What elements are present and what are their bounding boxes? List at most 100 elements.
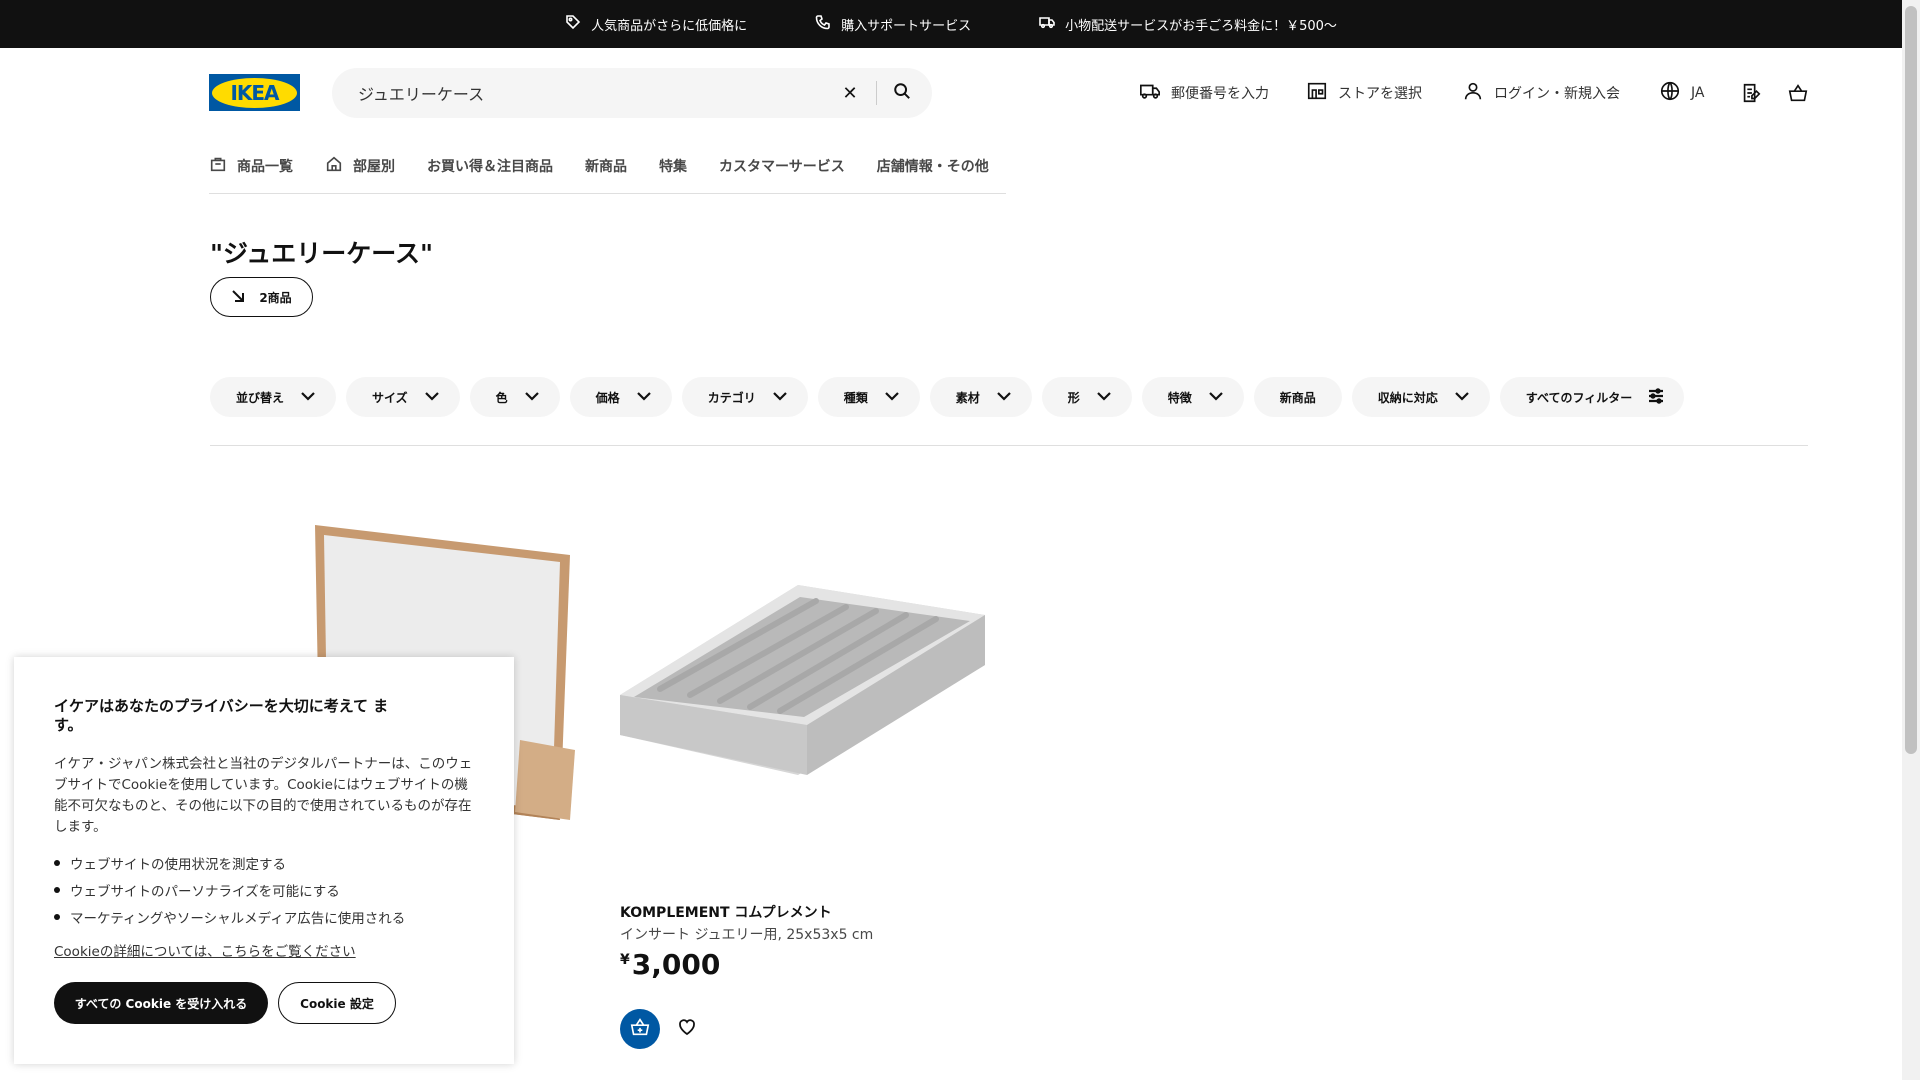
filter-bar: 並び替え サイズ 色 価格 カテゴリ 種類 素材 形 特徴 新商品 収納に対応 …: [210, 377, 1685, 417]
list-item-text: マーケティングやソーシャルメディア広告に使用される: [70, 910, 406, 927]
filter-label: 素材: [955, 390, 980, 405]
announcement-label: 購入サポートサービス: [841, 18, 972, 34]
announcement-bar: 人気商品がさらに低価格に 購入サポートサービス 小物配送サービスがお手ごろ料金に…: [0, 0, 1902, 48]
arrow-down-right-icon: [231, 289, 245, 306]
add-to-cart-button[interactable]: [620, 1009, 660, 1049]
result-count-label: 2商品: [259, 290, 292, 305]
nav-item-rooms[interactable]: 部屋別: [325, 150, 395, 182]
cookie-title: イケアはあなたのプライバシーを大切に考えて ます。: [54, 697, 389, 734]
filter-price[interactable]: 価格: [569, 377, 672, 417]
filter-sort[interactable]: 並び替え: [210, 377, 337, 417]
cookie-details-link[interactable]: Cookieの詳細については、こちらをご覧ください: [54, 940, 356, 960]
product-description: インサート ジュエリー用, 25x53x5 cm: [620, 927, 874, 943]
chevron-down-icon: [424, 388, 440, 407]
announcement-delivery[interactable]: 小物配送サービスがお手ごろ料金に！￥500〜: [1039, 14, 1337, 34]
filter-material[interactable]: 素材: [929, 377, 1032, 417]
globe-icon: [1659, 80, 1681, 106]
filter-shape[interactable]: 形: [1041, 377, 1132, 417]
filter-type[interactable]: 種類: [817, 377, 920, 417]
filter-features[interactable]: 特徴: [1141, 377, 1244, 417]
shopping-list-icon[interactable]: [1738, 80, 1764, 106]
cookie-body: イケア・ジャパン株式会社と当社のデジタルパートナーは、このウェブサイトでCook…: [54, 756, 473, 835]
product-name[interactable]: KOMPLEMENT コムプレメント: [620, 902, 832, 922]
filter-label: 並び替え: [236, 390, 285, 405]
cookie-purpose-list: ウェブサイトの使用状況を測定する ウェブサイトのパーソナライズを可能にする マー…: [54, 849, 474, 930]
filter-new[interactable]: 新商品: [1253, 377, 1342, 417]
nav-item-label: 店舗情報・その他: [876, 159, 989, 175]
announcement-price-drop[interactable]: 人気商品がさらに低価格に: [565, 14, 747, 34]
chevron-down-icon: [996, 388, 1012, 407]
nav-item-products[interactable]: 商品一覧: [209, 150, 293, 182]
page-scrollbar[interactable]: [1902, 0, 1920, 1080]
chevron-down-icon: [300, 388, 316, 407]
list-item: ウェブサイトの使用状況を測定する: [54, 849, 474, 876]
price-value: 3,000: [631, 948, 721, 981]
tag-icon: [565, 14, 581, 34]
nav-item-features[interactable]: 特集: [659, 150, 687, 182]
product-image-komplement[interactable]: [620, 585, 985, 775]
store-select-label: ストアを選択: [1338, 86, 1422, 102]
login-label: ログイン・新規入会: [1494, 86, 1620, 102]
nav-item-label: お買い得＆注目商品: [427, 159, 553, 175]
sliders-icon: [1648, 387, 1664, 407]
filter-storage[interactable]: 収納に対応: [1351, 377, 1490, 417]
heart-icon: [677, 1017, 697, 1041]
close-icon[interactable]: ✕: [838, 81, 862, 105]
language-label: JA: [1691, 85, 1705, 101]
product-price: ¥ 3,000: [620, 948, 720, 981]
filter-label: 新商品: [1279, 390, 1316, 405]
page-title: "ジュエリーケース": [210, 239, 434, 268]
home-icon: [325, 155, 343, 177]
nav-item-customer-service[interactable]: カスタマーサービス: [719, 150, 845, 182]
postal-code-label: 郵便番号を入力: [1171, 86, 1269, 102]
filter-label: カテゴリ: [707, 390, 756, 405]
filter-all[interactable]: すべてのフィルター: [1499, 377, 1685, 417]
search-divider: [876, 81, 877, 105]
list-item-text: ウェブサイトのパーソナライズを可能にする: [70, 883, 340, 900]
cart-icon[interactable]: [1785, 80, 1811, 106]
store-select-link[interactable]: ストアを選択: [1306, 80, 1422, 106]
ikea-logo[interactable]: IKEA: [209, 74, 300, 111]
truck-icon: [1139, 80, 1161, 106]
chevron-down-icon: [772, 388, 788, 407]
announcement-label: 人気商品がさらに低価格に: [591, 18, 748, 34]
user-icon: [1462, 80, 1484, 106]
filter-size[interactable]: サイズ: [346, 377, 460, 417]
chevron-down-icon: [884, 388, 900, 407]
filter-label: すべてのフィルター: [1525, 390, 1633, 405]
chevron-down-icon: [1454, 388, 1470, 407]
favorite-button[interactable]: [674, 1016, 700, 1042]
nav-item-store-info[interactable]: 店舗情報・その他: [877, 150, 989, 182]
nav-item-deals[interactable]: お買い得＆注目商品: [427, 150, 553, 182]
scrollbar-thumb[interactable]: [1905, 6, 1917, 754]
filter-label: 形: [1067, 390, 1080, 405]
nav-item-label: 特集: [659, 159, 687, 175]
filter-color[interactable]: 色: [469, 377, 560, 417]
announcement-support[interactable]: 購入サポートサービス: [815, 14, 971, 34]
nav-item-label: 新商品: [585, 159, 627, 175]
nav-item-label: カスタマーサービス: [719, 159, 845, 175]
login-link[interactable]: ログイン・新規入会: [1462, 80, 1620, 106]
nav-item-label: 部屋別: [353, 159, 395, 175]
price-currency: ¥: [620, 952, 630, 968]
chevron-down-icon: [1208, 388, 1224, 407]
main-nav: 商品一覧 部屋別 お買い得＆注目商品 新商品 特集 カスタマーサービス 店舗情報…: [209, 150, 1006, 194]
search-input[interactable]: [358, 68, 828, 118]
search-button[interactable]: [886, 78, 918, 108]
announcement-label: 小物配送サービスがお手ごろ料金に！￥500〜: [1065, 18, 1337, 34]
bag-icon: [209, 155, 227, 177]
postal-code-link[interactable]: 郵便番号を入力: [1139, 80, 1269, 106]
truck-icon: [1039, 14, 1055, 34]
filter-category[interactable]: カテゴリ: [681, 377, 808, 417]
accept-all-cookies-button[interactable]: すべての Cookie を受け入れる: [54, 982, 268, 1024]
chevron-down-icon: [1096, 388, 1112, 407]
filter-label: 価格: [595, 390, 620, 405]
language-selector[interactable]: JA: [1659, 80, 1704, 106]
cookie-consent-dialog: イケアはあなたのプライバシーを大切に考えて ます。 イケア・ジャパン株式会社と当…: [14, 657, 514, 1064]
result-count-button[interactable]: 2商品: [210, 277, 313, 317]
chevron-down-icon: [636, 388, 652, 407]
filter-divider: [210, 445, 1808, 446]
phone-icon: [815, 14, 831, 34]
nav-item-new[interactable]: 新商品: [585, 150, 627, 182]
cookie-settings-button[interactable]: Cookie 設定: [278, 982, 396, 1024]
